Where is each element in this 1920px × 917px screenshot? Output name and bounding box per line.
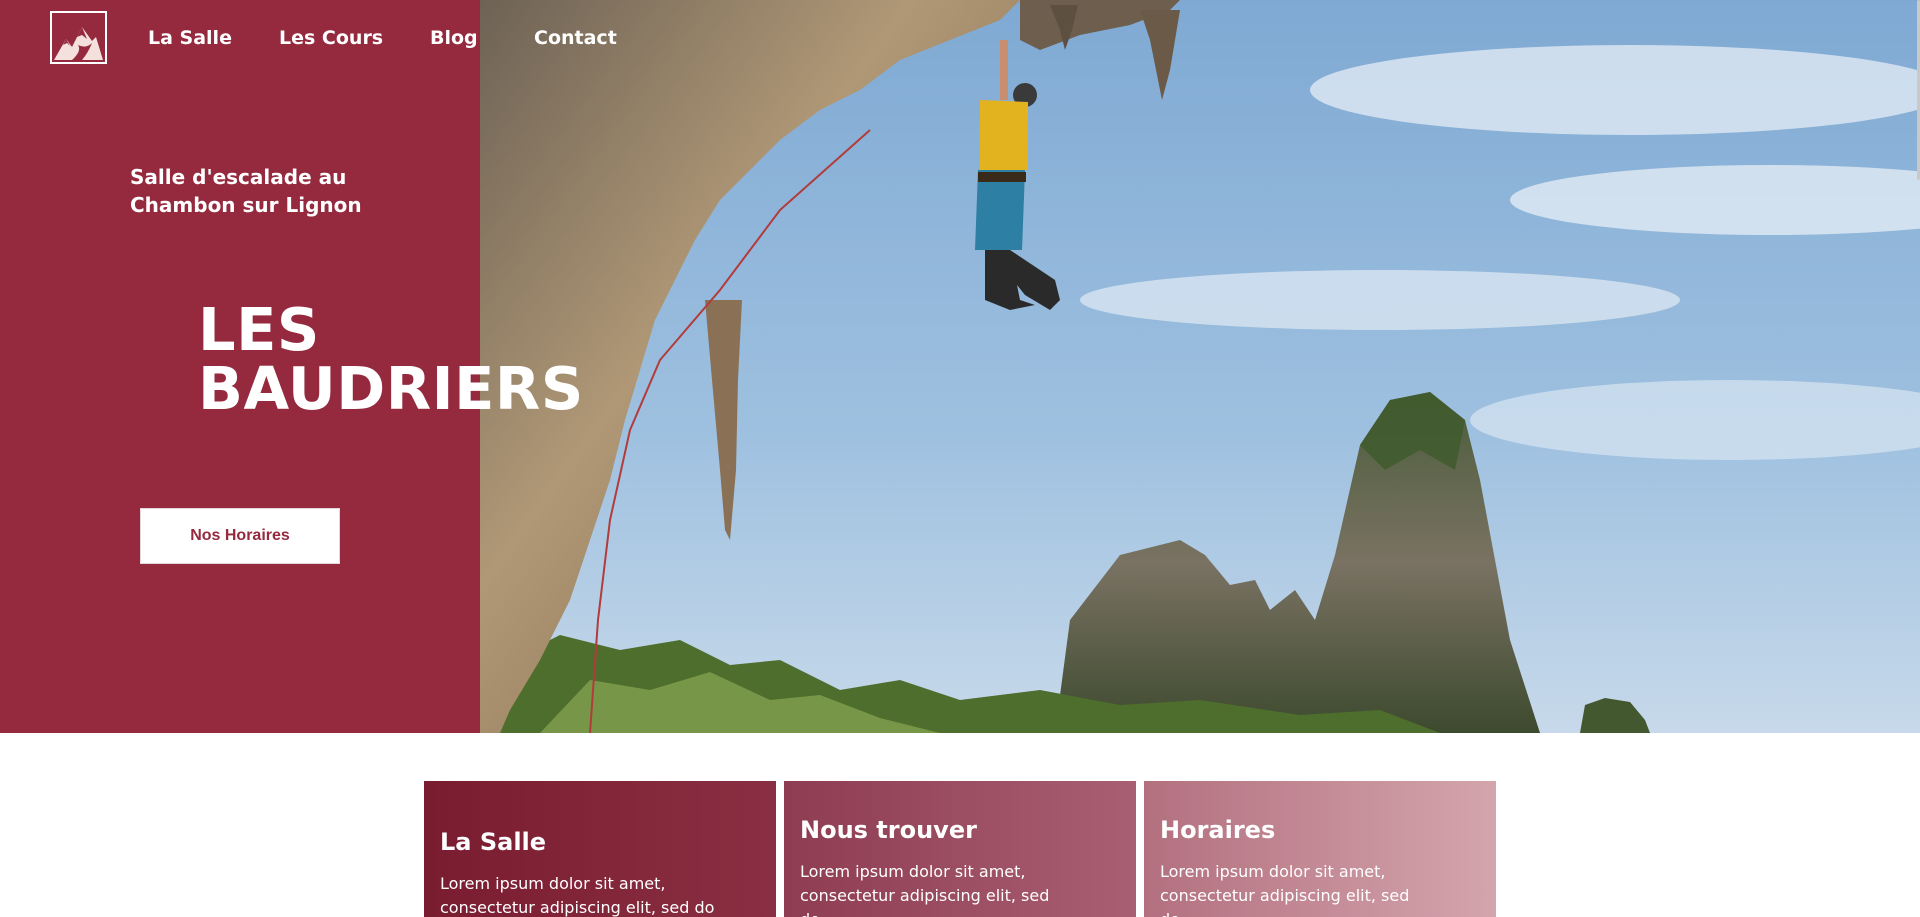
hero-title-line-1: LES — [198, 295, 320, 364]
card-title: La Salle — [440, 828, 547, 856]
nav-link-la-salle[interactable]: La Salle — [148, 27, 232, 49]
card-title: Horaires — [1160, 816, 1276, 844]
mountain-logo-icon — [52, 13, 105, 62]
card-text: Lorem ipsum dolor sit amet, consectetur … — [800, 862, 1050, 917]
card-text: Lorem ipsum dolor sit amet, consectetur … — [1160, 862, 1410, 917]
card-text: Lorem ipsum dolor sit amet, consectetur … — [440, 874, 715, 917]
hero-climbing-image — [480, 0, 1920, 733]
card-la-salle[interactable]: La Salle Lorem ipsum dolor sit amet, con… — [424, 781, 776, 917]
site-logo[interactable] — [50, 11, 107, 64]
info-cards: La Salle Lorem ipsum dolor sit amet, con… — [424, 781, 1497, 917]
hours-button[interactable]: Nos Horaires — [140, 508, 340, 564]
hero-subtitle: Salle d'escalade au Chambon sur Lignon — [130, 165, 362, 217]
card-horaires[interactable]: Horaires Lorem ipsum dolor sit amet, con… — [1144, 781, 1496, 917]
nav-link-blog[interactable]: Blog — [430, 27, 478, 49]
card-nous-trouver[interactable]: Nous trouver Lorem ipsum dolor sit amet,… — [784, 781, 1136, 917]
nav-link-contact[interactable]: Contact — [534, 27, 617, 49]
hero-title: LES BAUDRIERS — [198, 300, 584, 418]
card-title: Nous trouver — [800, 816, 977, 844]
nav-link-les-cours[interactable]: Les Cours — [279, 27, 383, 49]
hero-section: La Salle Les Cours Blog Contact Salle d'… — [0, 0, 1920, 733]
hero-title-line-2: BAUDRIERS — [198, 354, 584, 423]
page: La Salle Les Cours Blog Contact Salle d'… — [0, 0, 1920, 917]
